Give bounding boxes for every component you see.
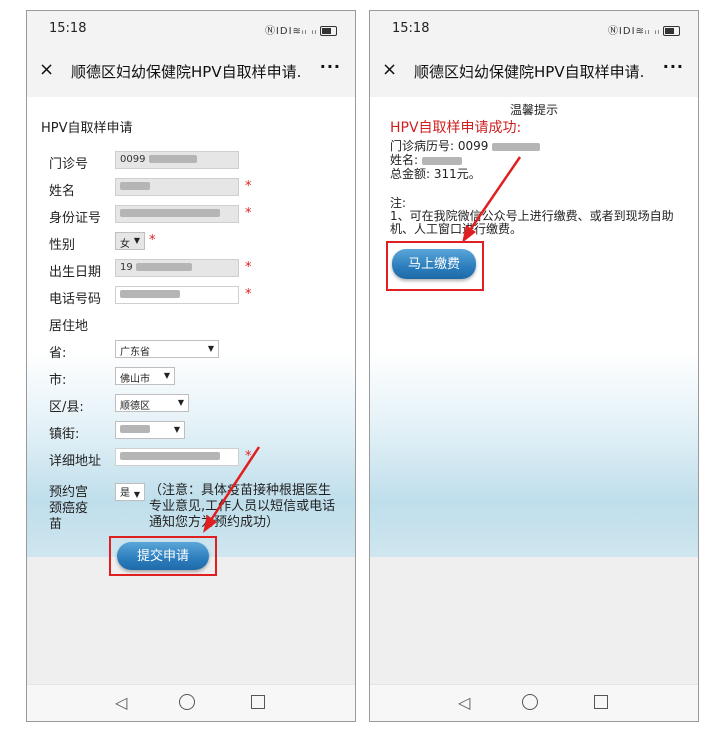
phone-screen-application-form: 15:18 ⓃIDI≋ᵢₗ ᵢₗ × 顺德区妇幼保健院HPV自取样申请... ·… xyxy=(26,10,356,722)
required-mark: * xyxy=(245,449,252,464)
success-content: 温馨提示 HPV自取样申请成功: 门诊病历号: 0099 姓名: 总金额: 31… xyxy=(370,97,698,557)
district-select[interactable]: 顺德区 ▼ xyxy=(115,394,189,412)
name-input[interactable] xyxy=(115,178,239,196)
clinic-number-value: 0099 xyxy=(120,154,146,165)
highlight-box xyxy=(109,536,217,576)
close-icon[interactable]: × xyxy=(39,59,54,80)
required-mark: * xyxy=(245,260,252,275)
vaccine-label: 预约宫颈癌疫苗 xyxy=(49,485,89,532)
birthdate-input[interactable]: 19 xyxy=(115,259,239,277)
dropdown-arrow-icon: ▼ xyxy=(177,398,184,407)
redacted-block xyxy=(120,452,220,460)
signal-icons: ⓃIDI≋ᵢₗ ᵢₗ xyxy=(607,26,660,37)
province-select[interactable]: 广东省 ▼ xyxy=(115,340,219,358)
gender-select[interactable]: 女 ▼ xyxy=(115,232,145,250)
android-nav-bar: ◁ xyxy=(370,684,698,721)
status-time: 15:18 xyxy=(392,21,430,36)
town-select[interactable]: ▼ xyxy=(115,421,185,439)
redacted-block xyxy=(120,209,220,217)
status-icons: ⓃIDI≋ᵢₗ ᵢₗ xyxy=(608,22,680,37)
field-label: 居住地 xyxy=(49,319,89,334)
success-message: HPV自取样申请成功: xyxy=(390,120,522,136)
battery-icon xyxy=(320,26,337,36)
district-value: 顺德区 xyxy=(120,401,150,412)
dropdown-arrow-icon: ▼ xyxy=(207,344,214,353)
title-bar: × 顺德区妇幼保健院HPV自取样申请... ··· xyxy=(370,45,698,97)
redacted-block xyxy=(120,290,180,298)
note-text: 1、可在我院微信公众号上进行缴费、或者到现场自助机、人工窗口进行缴费。 xyxy=(390,209,674,236)
required-mark: * xyxy=(245,287,252,302)
blank-area xyxy=(27,557,355,689)
recent-apps-square-icon[interactable] xyxy=(251,695,265,709)
dropdown-arrow-icon: ▼ xyxy=(173,425,180,434)
required-mark: * xyxy=(245,179,252,194)
id-number-input[interactable] xyxy=(115,205,239,223)
dropdown-arrow-icon: ▼ xyxy=(133,490,140,499)
more-options-icon[interactable]: ··· xyxy=(663,57,684,76)
redacted-block xyxy=(135,263,192,271)
vaccine-value: 是 xyxy=(120,488,130,499)
city-value: 佛山市 xyxy=(120,374,150,385)
home-circle-icon[interactable] xyxy=(522,694,538,710)
redacted-block xyxy=(421,156,462,165)
blank-area xyxy=(370,557,698,689)
redacted-block xyxy=(120,182,150,190)
tips-title: 温馨提示 xyxy=(509,103,558,117)
back-triangle-icon[interactable]: ◁ xyxy=(458,693,470,712)
city-select[interactable]: 佛山市 ▼ xyxy=(115,367,175,385)
status-icons: ⓃIDI≋ᵢₗ ᵢₗ xyxy=(265,22,337,37)
address-input[interactable] xyxy=(115,448,239,466)
redacted-block xyxy=(492,142,541,151)
gender-value: 女 xyxy=(120,239,130,250)
vaccine-select[interactable]: 是 ▼ xyxy=(115,483,145,501)
android-nav-bar: ◁ xyxy=(27,684,355,721)
dropdown-arrow-icon: ▼ xyxy=(133,236,140,245)
required-mark: * xyxy=(245,206,252,221)
close-icon[interactable]: × xyxy=(382,59,397,80)
birthdate-value: 19 xyxy=(120,262,133,273)
page-title: 顺德区妇幼保健院HPV自取样申请... xyxy=(414,63,646,81)
title-bar: × 顺德区妇幼保健院HPV自取样申请... ··· xyxy=(27,45,355,97)
battery-icon xyxy=(663,26,680,36)
redacted-block xyxy=(148,155,197,163)
page-title: 顺德区妇幼保健院HPV自取样申请... xyxy=(71,63,303,81)
home-circle-icon[interactable] xyxy=(179,694,195,710)
province-value: 广东省 xyxy=(120,347,150,358)
phone-screen-success: 15:18 ⓃIDI≋ᵢₗ ᵢₗ × 顺德区妇幼保健院HPV自取样申请... ·… xyxy=(369,10,699,722)
recent-apps-square-icon[interactable] xyxy=(594,695,608,709)
payment-notes: 注: 1、可在我院微信公众号上进行缴费、或者到现场自助机、人工窗口进行缴费。 xyxy=(390,197,680,236)
signal-icons: ⓃIDI≋ᵢₗ ᵢₗ xyxy=(264,26,317,37)
clinic-number-input[interactable]: 0099 xyxy=(115,151,239,169)
vaccine-note: （注意：具体疫苗接种根据医生专业意见,工作人员以短信或电话通知您方为预约成功） xyxy=(149,483,336,530)
status-time: 15:18 xyxy=(49,21,87,36)
redacted-block xyxy=(120,425,150,433)
required-mark: * xyxy=(149,233,156,248)
form-content: HPV自取样申请 门诊号 0099 姓名 * 身份证号 * 性别 女 ▼ * 出生… xyxy=(27,97,355,557)
amount-line: 总金额: 311元。 xyxy=(390,167,481,181)
form-heading: HPV自取样申请 xyxy=(41,121,133,136)
status-bar: 15:18 ⓃIDI≋ᵢₗ ᵢₗ xyxy=(27,11,355,45)
phone-input[interactable] xyxy=(115,286,239,304)
status-bar: 15:18 ⓃIDI≋ᵢₗ ᵢₗ xyxy=(370,11,698,45)
back-triangle-icon[interactable]: ◁ xyxy=(115,693,127,712)
more-options-icon[interactable]: ··· xyxy=(320,57,341,76)
highlight-box xyxy=(386,241,484,291)
dropdown-arrow-icon: ▼ xyxy=(163,371,170,380)
